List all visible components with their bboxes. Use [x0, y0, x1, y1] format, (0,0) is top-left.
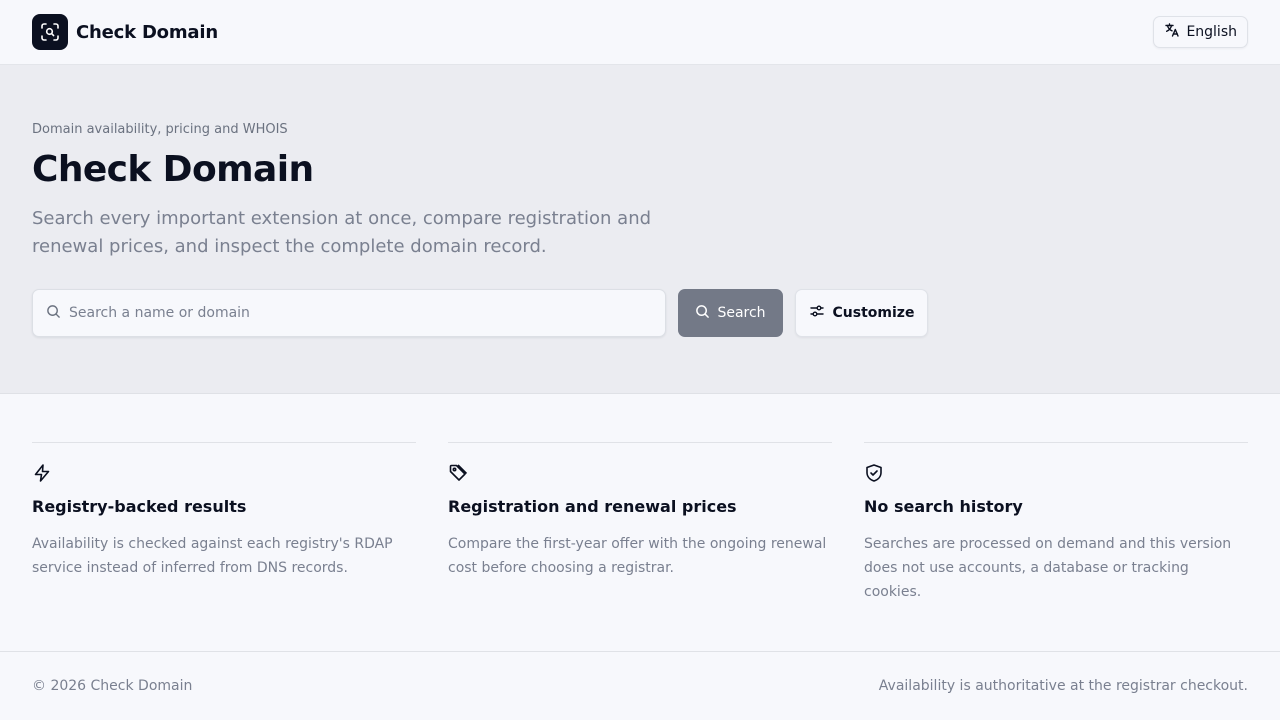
lightning-icon [32, 463, 52, 483]
search-icon [695, 304, 710, 323]
feature-text: Compare the first-year offer with the on… [448, 536, 827, 576]
brand-name: Check Domain [76, 21, 218, 43]
feature-title: Registry-backed results [32, 497, 247, 516]
hero-section: Domain availability, pricing and WHOIS C… [0, 65, 1280, 394]
feature-title: Registration and renewal prices [448, 497, 737, 516]
hero-eyebrow: Domain availability, pricing and WHOIS [32, 122, 288, 137]
feature-no-history: No search history Searches are processed… [864, 442, 1248, 600]
footer-note: Availability is authoritative at the reg… [878, 678, 1248, 694]
footer: © 2026 Check Domain Availability is auth… [0, 651, 1280, 720]
language-selector-button[interactable]: English [1153, 16, 1248, 48]
translate-icon [1164, 22, 1180, 42]
language-label: English [1186, 24, 1237, 40]
search-field[interactable] [32, 289, 666, 337]
shield-check-icon [864, 463, 884, 483]
tag-icon [448, 463, 468, 483]
search-button-label: Search [717, 305, 766, 321]
brand-link[interactable]: Check Domain [32, 14, 218, 50]
scan-search-logo-icon [32, 14, 68, 50]
feature-text: Searches are processed on demand and thi… [864, 536, 1232, 600]
search-input[interactable] [69, 305, 629, 321]
feature-registry-backed: Registry-backed results Availability is … [32, 442, 416, 576]
search-button[interactable]: Search [678, 289, 783, 337]
top-bar: Check Domain English [0, 0, 1280, 65]
customize-button-label: Customize [832, 305, 915, 321]
feature-prices: Registration and renewal prices Compare … [448, 442, 832, 576]
sliders-icon [809, 303, 825, 323]
page-title: Check Domain [32, 149, 314, 190]
search-icon [46, 304, 61, 323]
hero-subtitle: Search every important extension at once… [32, 208, 652, 257]
footer-copyright: © 2026 Check Domain [32, 678, 193, 694]
feature-text: Availability is checked against each reg… [32, 536, 393, 576]
customize-button[interactable]: Customize [795, 289, 928, 337]
feature-title: No search history [864, 497, 1023, 516]
